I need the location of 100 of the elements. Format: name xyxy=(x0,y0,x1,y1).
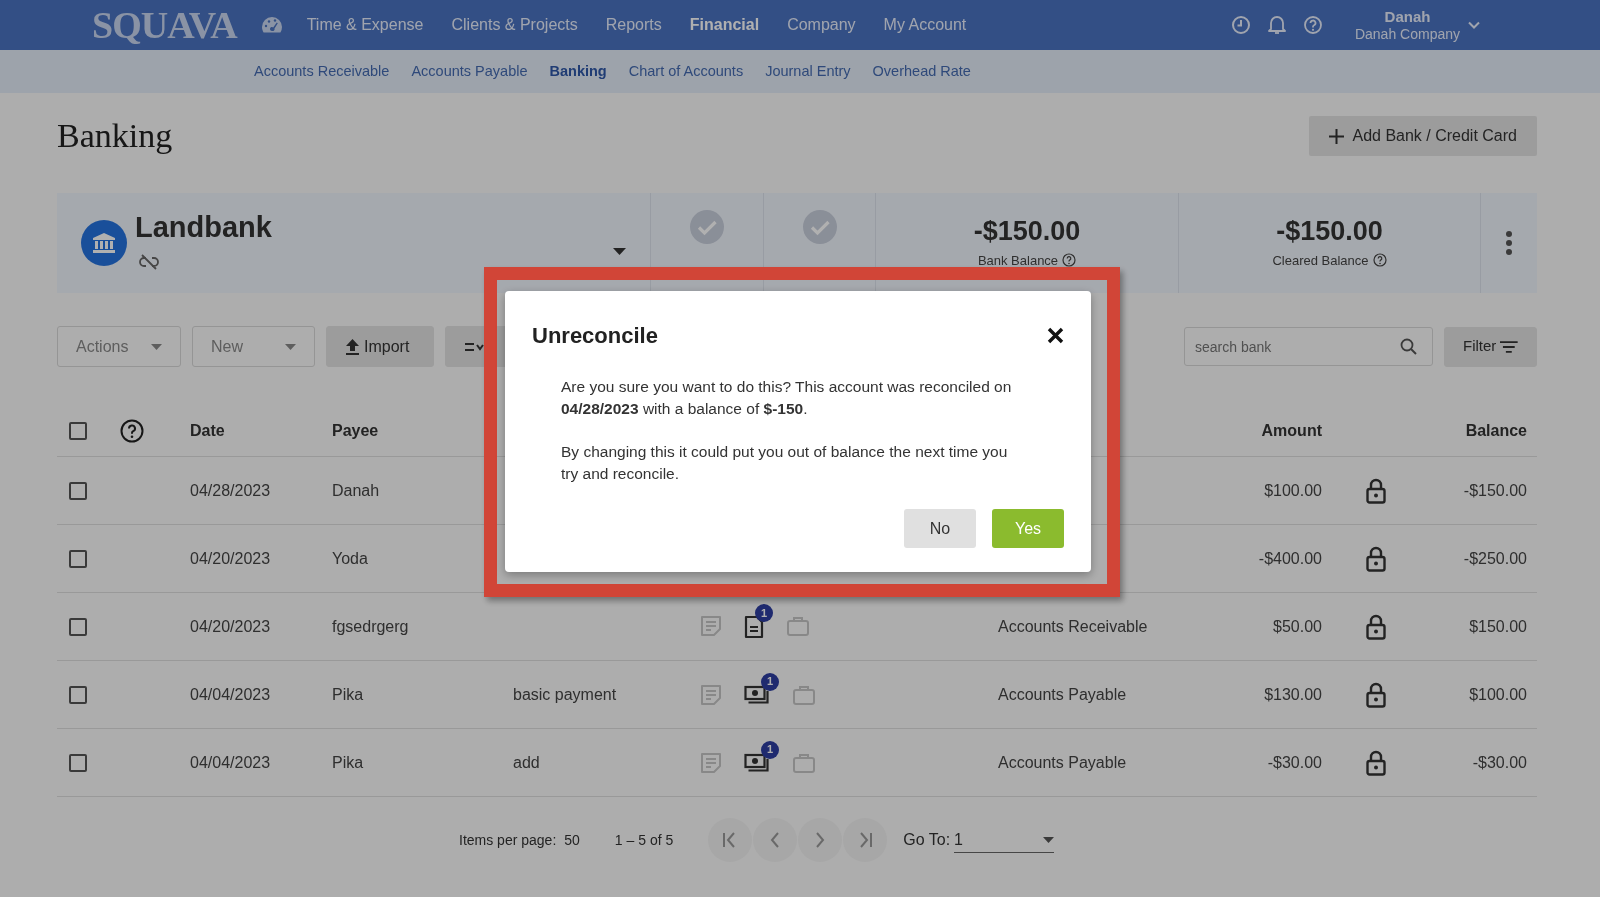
nav-link[interactable]: Time & Expense xyxy=(306,13,424,37)
column-header[interactable]: Date xyxy=(190,418,332,443)
import-button[interactable]: Import xyxy=(326,326,434,367)
balance-cell-text: -$150.00 xyxy=(1462,480,1527,501)
user-name[interactable]: Danah xyxy=(1354,7,1460,26)
help-icon[interactable] xyxy=(1062,253,1077,268)
count-badge: 1 xyxy=(755,604,773,623)
subnav-link[interactable]: Banking xyxy=(549,60,607,83)
company-name: Danah Company xyxy=(1354,25,1460,43)
amount-cell-text: $100.00 xyxy=(1263,480,1322,501)
payee-cell-text: Danah xyxy=(332,480,381,501)
payee-cell-text: Pika xyxy=(332,684,365,705)
select-all-checkbox[interactable] xyxy=(69,421,87,440)
subnav-link[interactable]: Accounts Receivable xyxy=(254,60,390,83)
caret-icon[interactable] xyxy=(613,247,626,256)
subnav-link[interactable]: Chart of Accounts xyxy=(628,60,744,83)
filter-button[interactable]: Filter xyxy=(1444,326,1537,367)
confirm-button[interactable]: Yes xyxy=(992,509,1064,548)
check-circle-icon xyxy=(801,209,838,245)
range-label: 1 – 5 of 5 xyxy=(614,830,674,850)
balance-amount: -$150.00 xyxy=(973,217,1081,247)
chevron-down-icon[interactable] xyxy=(1468,21,1480,29)
payee-cell-text: fgsedrgerg xyxy=(332,616,410,637)
payee-cell-text: Pika xyxy=(332,752,365,773)
row-checkbox[interactable] xyxy=(69,481,87,500)
amount-cell-text: $50.00 xyxy=(1272,616,1322,637)
nav-link[interactable]: Reports xyxy=(605,13,662,37)
more-options-icon[interactable] xyxy=(1505,230,1513,256)
upload-icon xyxy=(345,338,360,355)
memo-cell: add xyxy=(513,753,540,771)
cash-icon[interactable] xyxy=(744,685,770,706)
subnav-link[interactable]: Journal Entry xyxy=(765,60,851,83)
caret-icon xyxy=(285,343,296,350)
balance-label: Bank Balance xyxy=(977,251,1059,270)
cancel-button[interactable]: No xyxy=(904,509,976,548)
count-badge: 1 xyxy=(761,740,779,759)
date-cell-text: 04/04/2023 xyxy=(190,752,272,773)
row-checkbox[interactable] xyxy=(69,685,87,704)
subnav-link[interactable]: Overhead Rate xyxy=(872,60,971,83)
dialog-title: Unreconcile xyxy=(532,322,658,350)
lock-icon xyxy=(1366,545,1386,572)
page-title: Banking xyxy=(57,115,173,156)
check-circle-icon xyxy=(689,209,725,245)
balance-cell-text: -$250.00 xyxy=(1462,548,1527,569)
go-to-label: Go To: xyxy=(903,830,951,850)
bell-icon[interactable] xyxy=(1266,14,1287,36)
lock-icon xyxy=(1366,681,1386,708)
amount-cell-text: $130.00 xyxy=(1263,684,1322,705)
balance-cell-text: -$30.00 xyxy=(1471,752,1527,773)
account-cell: Accounts Payable xyxy=(998,685,1127,703)
bank-name[interactable]: Landbank xyxy=(135,213,272,243)
lock-icon xyxy=(1366,613,1386,640)
items-per-page-value[interactable]: 50 xyxy=(564,829,580,851)
memo-cell: basic payment xyxy=(513,685,617,703)
nav-link[interactable]: Company xyxy=(787,13,856,37)
dialog-message: Are you sure you want to do this? This account was reconciled on 04/28/2023 with a balance of $-150. xyxy=(561,377,1013,419)
close-icon[interactable] xyxy=(1047,327,1064,344)
amount-cell-text: -$400.00 xyxy=(1257,548,1322,569)
items-per-page-label: Items per page: xyxy=(459,830,557,850)
account-cell: Accounts Payable xyxy=(998,753,1127,771)
balance-cell-text: $100.00 xyxy=(1468,684,1527,705)
caret-icon xyxy=(1043,836,1055,843)
actions-dropdown[interactable]: Actions xyxy=(57,326,181,367)
cash-icon[interactable] xyxy=(744,753,770,774)
gauge-icon[interactable] xyxy=(260,15,283,35)
count-badge: 1 xyxy=(761,672,779,691)
search-icon[interactable] xyxy=(1400,338,1417,355)
balance-amount: -$150.00 xyxy=(1276,217,1383,247)
account-cell: Accounts Receivable xyxy=(998,617,1148,635)
row-checkbox[interactable] xyxy=(69,617,87,636)
balance-label: Cleared Balance xyxy=(1272,251,1369,270)
help-icon[interactable] xyxy=(1372,253,1387,268)
column-header[interactable]: Balance xyxy=(1430,418,1527,443)
caret-icon xyxy=(151,343,162,350)
add-bank-button[interactable]: Add Bank / Credit Card xyxy=(1309,116,1537,156)
clock-icon[interactable] xyxy=(1230,15,1251,35)
search-field[interactable]: search bank xyxy=(1184,327,1433,366)
nav-link[interactable]: My Account xyxy=(883,13,967,37)
logo[interactable]: SQUAVA xyxy=(92,6,237,44)
subnav-link[interactable]: Accounts Payable xyxy=(411,60,528,83)
row-checkbox[interactable] xyxy=(69,549,87,568)
row-checkbox[interactable] xyxy=(69,753,87,772)
amount-cell-text: -$30.00 xyxy=(1266,752,1322,773)
go-to-select[interactable]: 1 xyxy=(954,827,1055,853)
date-cell-text: 04/20/2023 xyxy=(190,548,272,569)
date-cell-text: 04/04/2023 xyxy=(190,684,272,705)
lock-icon xyxy=(1366,477,1386,504)
help-icon[interactable] xyxy=(120,418,144,443)
plus-icon xyxy=(1329,128,1345,144)
nav-link[interactable]: Financial xyxy=(689,13,760,37)
bank-icon xyxy=(81,220,127,266)
filter-icon xyxy=(1500,340,1518,353)
lock-icon xyxy=(1366,749,1386,776)
balance-cell-text: $150.00 xyxy=(1468,616,1527,637)
date-cell-text: 04/28/2023 xyxy=(190,480,272,501)
payee-cell-text: Yoda xyxy=(332,548,369,569)
new-dropdown[interactable]: New xyxy=(192,326,315,367)
nav-link[interactable]: Clients & Projects xyxy=(451,13,578,37)
column-header[interactable]: Amount xyxy=(1215,418,1322,443)
unlink-icon[interactable] xyxy=(139,254,159,271)
